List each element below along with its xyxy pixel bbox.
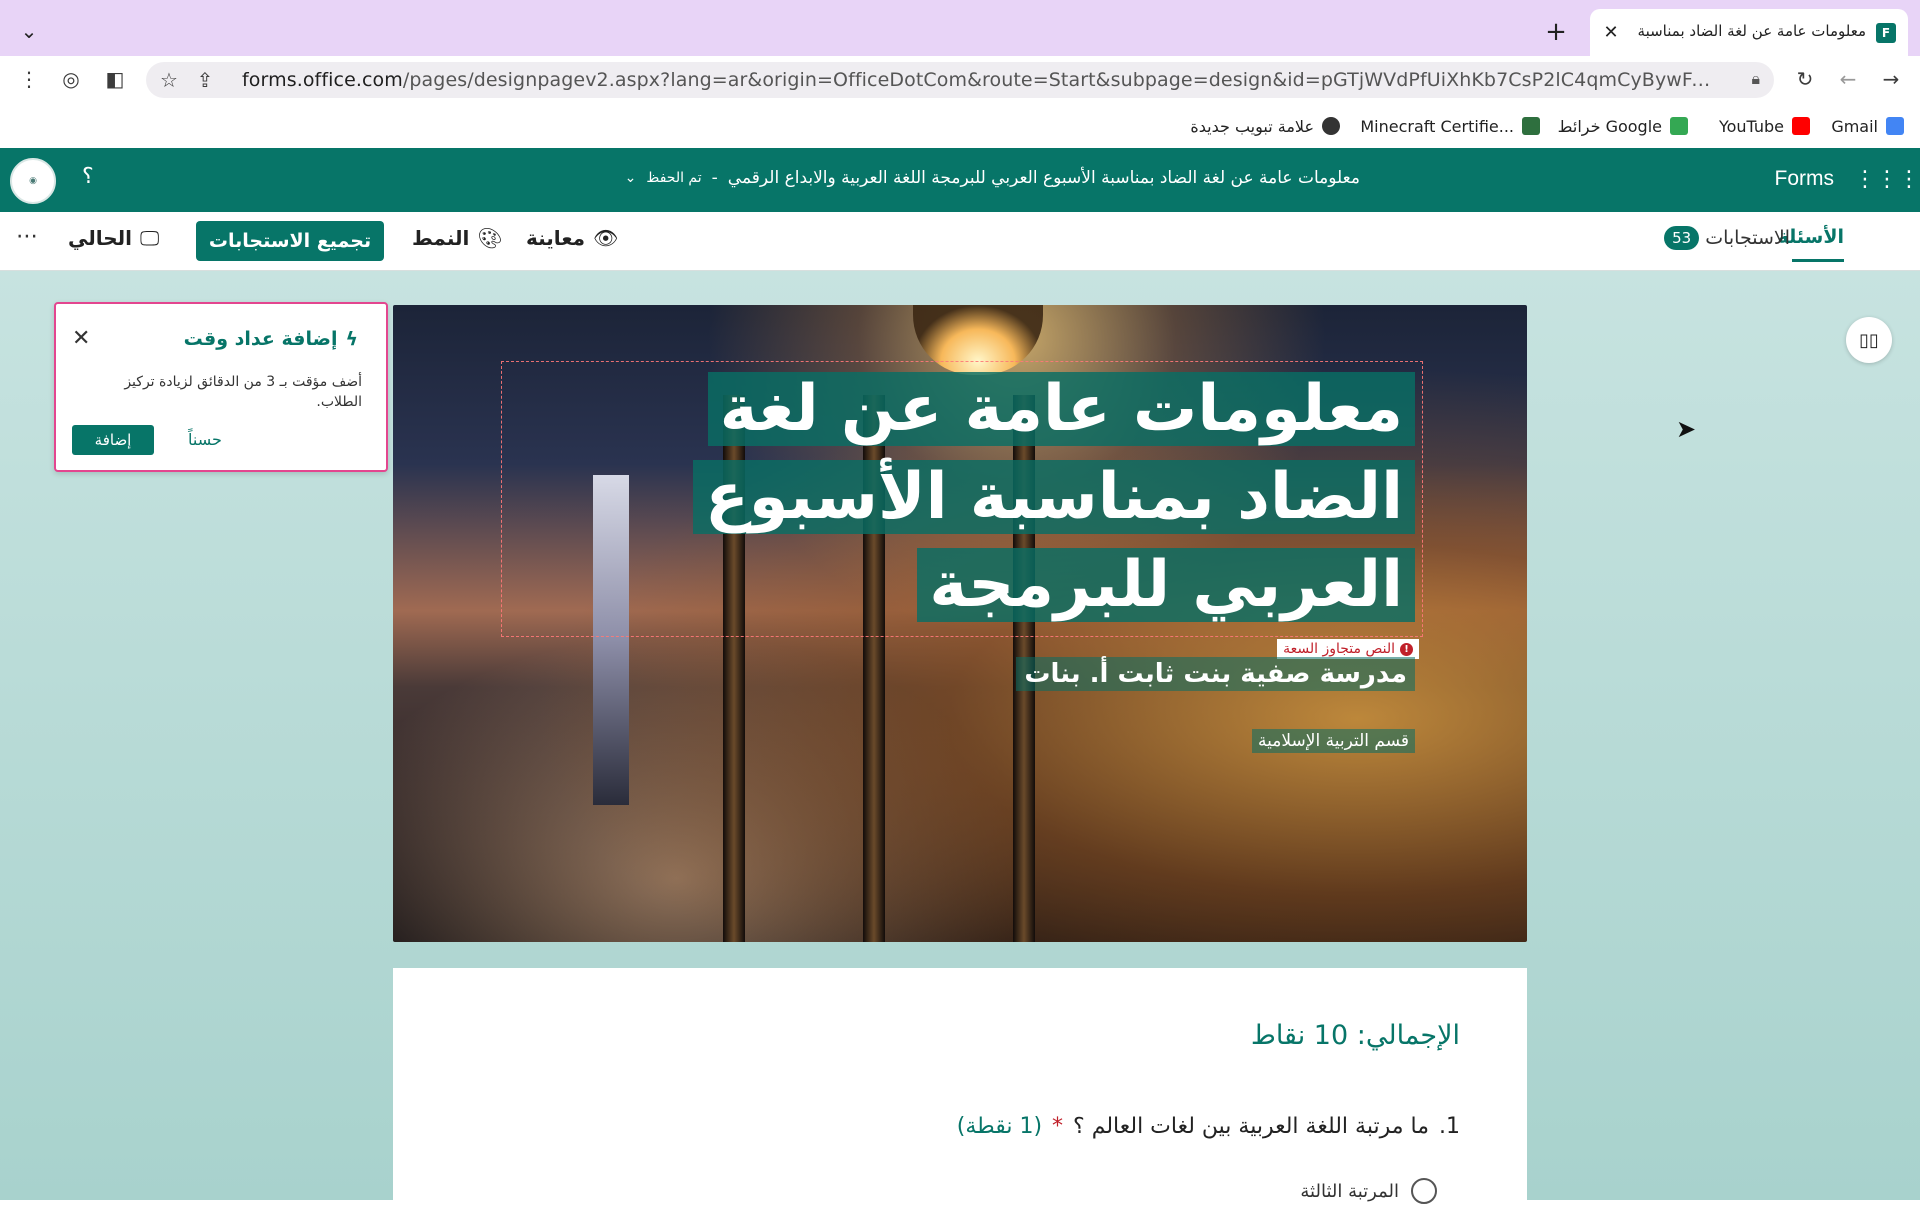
form-title: معلومات عامة عن لغة الضاد بمناسبة الأسبو…: [727, 168, 1360, 188]
bookmark-label: خرائط Google: [1557, 116, 1662, 136]
title-separator: -: [711, 168, 718, 188]
bookmark-google-maps[interactable]: خرائط Google: [1558, 114, 1688, 138]
add-timer-button[interactable]: إضافة: [72, 425, 154, 455]
palette-icon: 🎨︎: [477, 226, 503, 250]
form-subtitle[interactable]: مدرسة صفية بنت ثابت أ. بنات: [1016, 657, 1415, 691]
bookmark-label: Minecraft Certifie...: [1360, 116, 1514, 136]
save-status: تم الحفظ: [646, 170, 702, 186]
forms-app-header: ⋮⋮⋮ Forms معلومات عامة عن لغة الضاد بمنا…: [0, 148, 1920, 212]
timer-card-title: ϟ إضافة عداد وقت: [184, 328, 358, 350]
tab-title: معلومات عامة عن لغة الضاد بمناسبة الأسبو…: [1636, 22, 1866, 40]
more-options-icon[interactable]: ⋯: [16, 224, 38, 249]
preview-label: معاينة: [526, 226, 585, 250]
minecraft-icon: [1522, 117, 1540, 135]
style-button[interactable]: النمط 🎨︎: [412, 226, 503, 250]
bookmark-label: علامة تبويب جديدة: [1190, 116, 1314, 136]
new-tab-button[interactable]: +: [1542, 18, 1570, 46]
radio-button[interactable]: [1411, 1178, 1437, 1204]
answer-option[interactable]: المرتبة الثالثة: [1300, 1178, 1437, 1204]
bookmark-new-tab[interactable]: علامة تبويب جديدة: [1190, 114, 1340, 138]
question-card: الإجمالي: 10 نقاط 1. ما مرتبة اللغة العر…: [393, 968, 1527, 1208]
question-text: ما مرتبة اللغة العربية بين لغات العالم ؟: [1073, 1114, 1429, 1139]
address-bar[interactable]: ☆ ⇪ forms.office.com/pages/designpagev2.…: [146, 62, 1774, 98]
overflow-warning: ! النص متجاوز السعة: [1277, 639, 1419, 659]
avatar[interactable]: ◉: [10, 158, 56, 204]
bookmark-youtube[interactable]: YouTube: [1719, 114, 1810, 138]
question-points: (1 نقطة): [956, 1114, 1043, 1139]
panel-toggle-icon[interactable]: ▯▯: [1846, 317, 1892, 363]
mouse-cursor-icon: ➤: [1676, 415, 1697, 443]
bookmark-minecraft[interactable]: Minecraft Certifie...: [1360, 114, 1540, 138]
forward-icon[interactable]: →: [1876, 64, 1906, 94]
share-icon[interactable]: ⇪: [190, 65, 220, 95]
bookmark-label: Gmail: [1831, 116, 1878, 136]
style-label: النمط: [412, 226, 470, 250]
warning-icon: !: [1400, 642, 1413, 656]
close-icon[interactable]: ✕: [72, 326, 90, 351]
timer-title-text: إضافة عداد وقت: [183, 328, 338, 350]
profile-icon[interactable]: ◎: [56, 64, 86, 94]
url-text: forms.office.com/pages/designpagev2.aspx…: [242, 69, 1712, 91]
form-title-banner[interactable]: معلومات عامة عن لغة الضاد بمناسبة الأسبو…: [575, 365, 1415, 629]
eye-icon: 👁︎: [592, 226, 619, 250]
bookmark-label: YouTube: [1718, 116, 1784, 136]
question-number: 1.: [1439, 1114, 1460, 1139]
tab-search-chevron-icon[interactable]: ⌄: [14, 16, 44, 46]
timer-card-body: أضف مؤقت بـ 3 من الدقائق لزيادة تركيز ال…: [124, 374, 362, 410]
maps-icon: [1670, 117, 1688, 135]
dismiss-timer-button[interactable]: حسناً: [188, 430, 222, 449]
bookmarks-bar: Gmail YouTube خرائط Google Minecraft Cer…: [0, 104, 1920, 149]
tab-close-icon[interactable]: ✕: [1600, 21, 1622, 43]
browser-tab-active[interactable]: F معلومات عامة عن لغة الضاد بمناسبة الأس…: [1590, 9, 1908, 56]
present-label: الحالي: [68, 226, 133, 250]
forms-favicon-icon: F: [1876, 23, 1896, 43]
responses-label: الاستجابات: [1705, 227, 1790, 249]
reload-icon[interactable]: ↻: [1790, 64, 1820, 94]
command-bar: الأسئلة الاستجابات 53 معاينة 👁︎ النمط 🎨︎…: [0, 212, 1920, 271]
lightning-icon: ϟ: [345, 328, 358, 350]
tab-responses[interactable]: الاستجابات 53: [1664, 226, 1790, 250]
form-description[interactable]: قسم التربية الإسلامية: [1252, 729, 1415, 753]
youtube-icon: [1792, 117, 1810, 135]
browser-menu-icon[interactable]: ⋮: [14, 64, 44, 94]
side-panel-icon[interactable]: ◧: [100, 64, 130, 94]
form-header-banner[interactable]: معلومات عامة عن لغة الضاد بمناسبة الأسبو…: [393, 305, 1527, 942]
question-1[interactable]: 1. ما مرتبة اللغة العربية بين لغات العال…: [957, 1114, 1460, 1139]
active-tab-indicator: [1792, 259, 1844, 262]
responses-count-badge: 53: [1664, 226, 1700, 250]
bookmark-star-icon[interactable]: ☆: [154, 65, 184, 95]
option-label: المرتبة الثالثة: [1300, 1180, 1399, 1202]
help-icon[interactable]: ؟: [82, 164, 94, 189]
form-canvas: ✕ ϟ إضافة عداد وقت أضف مؤقت بـ 3 من الدق…: [0, 271, 1920, 1208]
app-launcher-icon[interactable]: ⋮⋮⋮: [1854, 164, 1920, 194]
gmail-icon: [1886, 117, 1904, 135]
browser-tab-strip: ⌄ + F معلومات عامة عن لغة الضاد بمناسبة …: [0, 0, 1920, 56]
browser-toolbar: ⋮ ◎ ◧ ☆ ⇪ forms.office.com/pages/designp…: [0, 56, 1920, 104]
overflow-warning-text: النص متجاوز السعة: [1283, 641, 1395, 657]
preview-button[interactable]: معاينة 👁︎: [526, 226, 618, 250]
required-asterisk: *: [1052, 1114, 1064, 1139]
bookmark-gmail[interactable]: Gmail: [1831, 114, 1904, 138]
globe-icon: [1322, 117, 1340, 135]
collect-responses-button[interactable]: تجميع الاستجابات: [196, 221, 384, 261]
form-title-text: معلومات عامة عن لغة الضاد بمناسبة الأسبو…: [693, 372, 1415, 622]
app-name[interactable]: Forms: [1775, 167, 1835, 191]
monitor-icon: 🖵: [140, 226, 160, 250]
back-icon[interactable]: ←: [1833, 64, 1863, 94]
form-title-header[interactable]: معلومات عامة عن لغة الضاد بمناسبة الأسبو…: [540, 168, 1360, 188]
present-button[interactable]: الحالي 🖵: [68, 226, 159, 250]
add-timer-tip-card: ✕ ϟ إضافة عداد وقت أضف مؤقت بـ 3 من الدق…: [54, 302, 388, 472]
total-points: الإجمالي: 10 نقاط: [1250, 1020, 1460, 1051]
lock-icon[interactable]: 🔒︎: [1751, 69, 1760, 89]
chevron-down-icon[interactable]: ⌄: [625, 170, 637, 186]
